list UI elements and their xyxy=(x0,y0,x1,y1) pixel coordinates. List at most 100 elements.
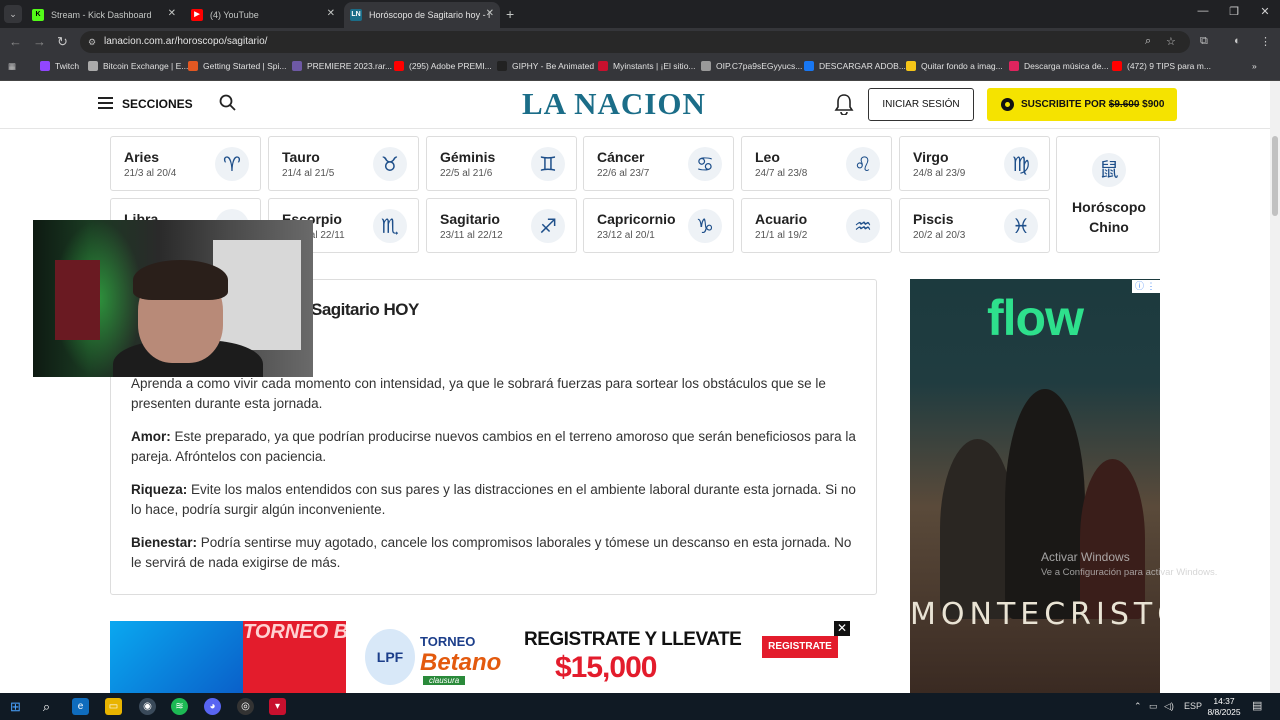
bookmark-item[interactable]: DESCARGAR ADOB... xyxy=(804,61,906,71)
network-icon[interactable]: ▭ xyxy=(1149,701,1158,712)
bookmark-item[interactable]: (295) Adobe PREMI... xyxy=(394,61,492,71)
tray-chevron-icon[interactable]: ⌃ xyxy=(1134,701,1142,712)
search-icon[interactable] xyxy=(219,94,236,111)
subscribe-button[interactable]: SUSCRIBITE POR $9.600 $900 xyxy=(987,88,1177,121)
address-bar[interactable]: ⚙ lanacion.com.ar/horoscopo/sagitario/ xyxy=(80,31,1190,53)
chinese-horoscope-label: Horóscopo Chino xyxy=(1072,199,1146,235)
profile-icon[interactable]: ◐ xyxy=(1234,35,1241,47)
sign-card-leo[interactable]: Leo 24/7 al 23/8 ♌ xyxy=(741,136,892,191)
sign-card-piscis[interactable]: Piscis 20/2 al 20/3 ♓ xyxy=(899,198,1050,253)
bookmark-label: Bitcoin Exchange | E... xyxy=(103,61,189,71)
apps-icon[interactable]: ▦ xyxy=(8,61,16,72)
ad-title: REGISTRATE Y LLEVATE xyxy=(524,629,742,650)
file-explorer-icon[interactable]: ▭ xyxy=(105,698,122,715)
close-icon[interactable]: ✕ xyxy=(168,8,176,19)
bookmark-item[interactable]: Bitcoin Exchange | E... xyxy=(88,61,188,71)
sign-card-capricornio[interactable]: Capricornio 23/12 al 20/1 ♑ xyxy=(583,198,734,253)
bookmark-label: Quitar fondo a imag... xyxy=(921,61,1003,71)
windows-taskbar: ⊞ ⌕ e ▭ ◉ ≋ ◕ ◎ ▾ ⌃ ▭ ◁) ESP 14:37 8/8/2… xyxy=(0,693,1280,720)
reload-icon[interactable]: ↻ xyxy=(57,34,68,50)
bookmark-favicon-icon xyxy=(88,61,98,71)
secciones-button[interactable]: SECCIONES xyxy=(122,97,193,111)
sign-card-tauro[interactable]: Tauro 21/4 al 21/5 ♉ xyxy=(268,136,419,191)
sign-dates: 21/3 al 20/4 xyxy=(124,168,177,179)
bookmark-label: PREMIERE 2023.rar... xyxy=(307,61,393,71)
tab-search-button[interactable]: ⌄ xyxy=(4,5,22,23)
notifications-icon[interactable]: ▤ xyxy=(1252,699,1262,712)
tab-kick[interactable]: K Stream - Kick Dashboard ✕ xyxy=(26,2,182,28)
sign-card-acuario[interactable]: Acuario 21/1 al 19/2 ♒ xyxy=(741,198,892,253)
forward-icon[interactable]: → xyxy=(33,34,46,49)
edge-icon[interactable]: e xyxy=(72,698,89,715)
tab-strip: ⌄ K Stream - Kick Dashboard ✕ ▶ (4) YouT… xyxy=(0,0,1280,28)
bookmark-favicon-icon xyxy=(394,61,404,71)
close-icon[interactable]: ✕ xyxy=(327,8,335,19)
back-icon[interactable]: ← xyxy=(9,34,22,49)
ad-price: $15,000 xyxy=(555,651,657,684)
tab-youtube[interactable]: ▶ (4) YouTube ✕ xyxy=(185,2,341,28)
search-icon[interactable]: ⌕ xyxy=(38,698,55,715)
ad-register-button[interactable]: REGISTRATE xyxy=(762,636,838,658)
close-window-button[interactable]: ✕ xyxy=(1250,5,1280,18)
bookmark-item[interactable]: Descarga música de... xyxy=(1009,61,1109,71)
hamburger-icon[interactable] xyxy=(98,97,113,109)
betano-ad[interactable]: TORNEO BETANO BETANO TORNEO BETANO BETAN… xyxy=(110,621,876,693)
clock[interactable]: 14:37 8/8/2025 xyxy=(1200,696,1248,718)
ad-info-icon[interactable]: ⓘ ⋮ xyxy=(1132,280,1160,293)
bookmark-favicon-icon xyxy=(598,61,608,71)
bookmark-item[interactable]: (472) 9 TIPS para m... xyxy=(1112,61,1211,71)
sign-card-virgo[interactable]: Virgo 24/8 al 23/9 ♍ xyxy=(899,136,1050,191)
bookmark-star-icon[interactable]: ☆ xyxy=(1166,35,1176,48)
scrollbar-thumb[interactable] xyxy=(1272,136,1278,216)
windows-activation-title: Activar Windows xyxy=(1041,550,1130,564)
bookmark-item[interactable]: Twitch xyxy=(40,61,79,71)
bookmark-favicon-icon xyxy=(804,61,814,71)
tab-horoscopo[interactable]: LN Horóscopo de Sagitario hoy - l ✕ xyxy=(344,2,500,28)
sign-name: Sagitario xyxy=(440,211,500,227)
chrome-icon[interactable]: ◉ xyxy=(139,698,156,715)
volume-icon[interactable]: ◁) xyxy=(1164,701,1174,712)
windows-start-icon[interactable]: ⊞ xyxy=(7,698,24,715)
new-tab-button[interactable]: + xyxy=(506,6,514,22)
discord-icon[interactable]: ◕ xyxy=(204,698,221,715)
bookmark-item[interactable]: Quitar fondo a imag... xyxy=(906,61,1003,71)
spotify-icon[interactable]: ≋ xyxy=(171,698,188,715)
bookmark-item[interactable]: PREMIERE 2023.rar... xyxy=(292,61,392,71)
bookmark-item[interactable]: OIP.C7pa9sEGyyucs... xyxy=(701,61,802,71)
sign-name: Tauro xyxy=(282,149,320,165)
more-bookmarks-icon[interactable]: » xyxy=(1252,61,1257,71)
flow-ad[interactable]: flow ⓘ ⋮ MONTECRISTO xyxy=(910,279,1160,693)
kick-icon: K xyxy=(32,9,44,21)
extensions-icon[interactable]: ⧉ xyxy=(1200,35,1208,48)
windows-activation-text: Ve a Configuración para activar Windows. xyxy=(1041,567,1218,578)
sign-card-aries[interactable]: Aries 21/3 al 20/4 ♈ xyxy=(110,136,261,191)
menu-icon[interactable]: ⋮ xyxy=(1260,35,1271,48)
chinese-horoscope-card[interactable]: 鼠 Horóscopo Chino xyxy=(1056,136,1160,253)
login-button[interactable]: INICIAR SESIÓN xyxy=(868,88,974,121)
tab-title: Horóscopo de Sagitario hoy - l xyxy=(369,10,491,20)
bookmark-label: Myinstants | ¡El sitio... xyxy=(613,61,696,71)
bookmark-favicon-icon xyxy=(1112,61,1122,71)
sign-card-sagitario[interactable]: Sagitario 23/11 al 22/12 ♐ xyxy=(426,198,577,253)
zodiac-icon: ♑ xyxy=(688,209,722,243)
app-icon[interactable]: ▾ xyxy=(269,698,286,715)
bookmark-item[interactable]: GIPHY - Be Animated xyxy=(497,61,594,71)
browser-toolbar: ← → ↻ ⚙ lanacion.com.ar/horoscopo/sagita… xyxy=(0,28,1280,56)
obs-icon[interactable]: ◎ xyxy=(237,698,254,715)
restore-button[interactable]: ❐ xyxy=(1219,5,1249,18)
sign-card-cáncer[interactable]: Cáncer 22/6 al 23/7 ♋ xyxy=(583,136,734,191)
close-icon[interactable]: ✕ xyxy=(834,621,850,636)
site-info-icon[interactable]: ⚙ xyxy=(88,31,96,53)
close-icon[interactable]: ✕ xyxy=(486,8,494,19)
ad-figure xyxy=(1080,459,1145,619)
sign-name: Capricornio xyxy=(597,211,676,227)
zoom-icon[interactable]: ⌕ xyxy=(1145,35,1151,48)
zodiac-icon: ♌ xyxy=(846,147,880,181)
notification-bell-icon[interactable] xyxy=(834,93,854,115)
bookmark-item[interactable]: Myinstants | ¡El sitio... xyxy=(598,61,696,71)
sign-card-géminis[interactable]: Géminis 22/5 al 21/6 ♊ xyxy=(426,136,577,191)
page-scrollbar[interactable] xyxy=(1270,81,1280,693)
bookmark-item[interactable]: Getting Started | Spi... xyxy=(188,61,286,71)
site-logo[interactable]: LA NACION xyxy=(522,86,706,122)
minimize-button[interactable]: — xyxy=(1188,5,1218,17)
